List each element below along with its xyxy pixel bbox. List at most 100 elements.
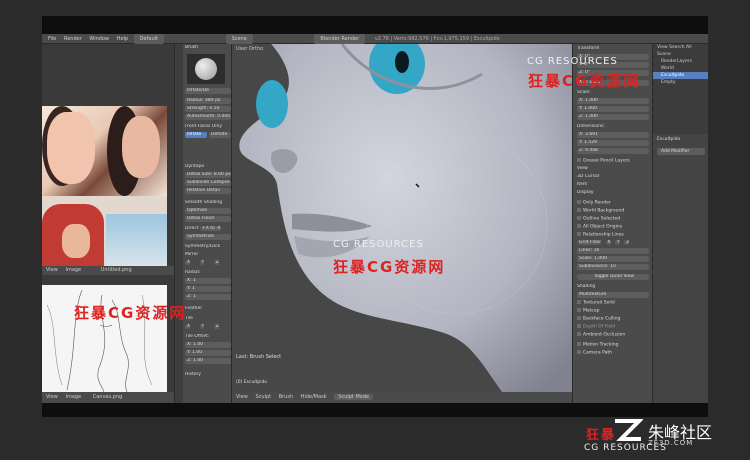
brush-menu[interactable]: Brush	[279, 394, 293, 400]
optimize-button[interactable]: Optimize	[185, 208, 231, 214]
grid-subdivisions-field[interactable]: Subdivisions: 10	[577, 264, 649, 270]
dyntopo-checkbox[interactable]: Dyntopo	[185, 164, 231, 170]
grid-axis-x[interactable]: X	[605, 240, 611, 245]
scene-select[interactable]: Scene	[225, 34, 253, 44]
all-object-origins-checkbox[interactable]: All Object Origins	[577, 224, 649, 230]
menu-help[interactable]: Help	[117, 34, 128, 44]
camera-path-checkbox[interactable]: Camera Path	[577, 350, 649, 356]
relative-detail-select[interactable]: Relative Detail	[185, 188, 231, 194]
brush-preview[interactable]	[187, 54, 225, 84]
menu-window[interactable]: Window	[89, 34, 109, 44]
mirror-x-toggle[interactable]: X	[185, 260, 191, 265]
smooth-shading-checkbox[interactable]: Smooth Shading	[185, 200, 231, 206]
image-view-menu-2[interactable]: View	[46, 394, 58, 400]
outliner-item-world[interactable]: World	[653, 65, 708, 72]
image-menu-2[interactable]: Image	[65, 394, 81, 400]
mirror-y-toggle[interactable]: Y	[199, 260, 205, 265]
3d-viewport[interactable]: User Ortho Last: Brush Select (0) Escult…	[232, 44, 572, 392]
image-menu[interactable]: Image	[65, 267, 81, 273]
strength-field[interactable]: Strength: 0.50	[185, 106, 231, 112]
grid-axis-z[interactable]: Z	[624, 240, 630, 245]
radius-value: 489 px	[205, 98, 221, 103]
symmetrize-button[interactable]: Symmetrize	[185, 234, 231, 240]
image-name-field-2[interactable]: Canvas.png	[93, 394, 122, 400]
tile-x-toggle[interactable]: X	[185, 324, 191, 329]
detail-size-field[interactable]: Detail Size: 8.00 px	[185, 172, 231, 178]
grease-pencil-header[interactable]: Grease Pencil Layers	[577, 158, 649, 164]
scale-x-field[interactable]: X: 1.000	[577, 98, 649, 104]
radial-y-field[interactable]: Y: 1	[185, 286, 231, 292]
outliner-view-menu[interactable]: View	[657, 45, 668, 50]
outliner-filter-select[interactable]: All	[686, 45, 692, 50]
tile-offset-y-field[interactable]: Y: 1.00	[185, 350, 231, 356]
grid-axis-y[interactable]: Y	[615, 240, 620, 245]
shading-mode-select[interactable]: Multitexture	[577, 292, 649, 298]
scale-y-field[interactable]: Y: 1.000	[577, 106, 649, 112]
hide-mask-menu[interactable]: Hide/Mask	[301, 394, 327, 400]
outliner-item-scene[interactable]: Scene	[653, 51, 708, 58]
dimensions-z-field[interactable]: Z: 9.448	[577, 148, 649, 154]
sculpt-menu[interactable]: Sculpt	[255, 394, 271, 400]
matcap-checkbox[interactable]: Matcap	[577, 308, 649, 314]
ambient-occlusion-checkbox[interactable]: Ambient Occlusion	[577, 332, 649, 338]
tile-y-toggle[interactable]: Y	[199, 324, 205, 329]
grid-lines-field[interactable]: Lines: 16	[577, 248, 649, 254]
feather-checkbox[interactable]: Feather	[185, 306, 231, 312]
scale-z-field[interactable]: Z: 1.000	[577, 114, 649, 120]
add-modifier-button[interactable]: Add Modifier	[657, 148, 705, 155]
view-menu[interactable]: View	[236, 394, 248, 400]
front-faces-checkbox[interactable]: Front Faces Only	[185, 124, 231, 130]
symmetry-section-header[interactable]: Symmetry/Lock	[185, 244, 231, 250]
layout-select[interactable]: Default	[133, 34, 164, 44]
brush-name-field[interactable]: Inflate/De	[185, 88, 231, 94]
radius-field[interactable]: Radius: 489 px	[185, 98, 231, 104]
grid-scale-field[interactable]: Scale: 1.000	[577, 256, 649, 262]
deflate-mode-button[interactable]: Deflate	[209, 132, 231, 138]
motion-tracking-checkbox[interactable]: Motion Tracking	[577, 342, 649, 348]
outliner-search-menu[interactable]: Search	[669, 45, 684, 50]
watermark-chinese: 狂暴CG资源网	[333, 258, 446, 276]
scene-stats: v2.78 | Verts:982,576 | Fcs:1,975,159 | …	[374, 36, 500, 42]
image-view-menu[interactable]: View	[46, 267, 58, 273]
subdivide-collapse-select[interactable]: Subdivide Collapse	[185, 180, 231, 186]
tile-offset-x-field[interactable]: X: 1.00	[185, 342, 231, 348]
mirror-z-toggle[interactable]: Z	[213, 260, 219, 265]
grid-floor-toggle[interactable]: Grid Floor	[577, 240, 602, 245]
toggle-quad-view-button[interactable]: Toggle Quad View	[577, 274, 649, 280]
only-render-checkbox[interactable]: Only Render	[577, 200, 649, 206]
autosmooth-field[interactable]: Autosmooth: 0.000	[185, 114, 231, 120]
tool-shelf-tabs[interactable]	[175, 44, 183, 403]
dimensions-y-field[interactable]: Y: 1.529	[577, 140, 649, 146]
inflate-mode-button[interactable]: Inflate	[185, 132, 207, 138]
menu-file[interactable]: File	[48, 34, 56, 44]
backface-culling-checkbox[interactable]: Backface Culling	[577, 316, 649, 322]
tile-z-toggle[interactable]: Z	[213, 324, 219, 329]
brush-section-header[interactable]: Brush	[185, 45, 231, 51]
display-header[interactable]: Display	[577, 190, 649, 196]
mode-select[interactable]: Sculpt Mode	[334, 394, 374, 400]
world-background-checkbox[interactable]: World Background	[577, 208, 649, 214]
3d-cursor-header[interactable]: 3D Cursor	[577, 174, 649, 180]
menu-render[interactable]: Render	[64, 34, 82, 44]
letterbox-top	[42, 16, 708, 34]
radial-x-field[interactable]: X: 1	[185, 278, 231, 284]
history-section-header[interactable]: History	[185, 372, 231, 378]
outliner-item-renderlayers[interactable]: RenderLayers	[653, 58, 708, 65]
image-name-field[interactable]: Untitled.png	[101, 267, 132, 273]
item-header[interactable]: Item	[577, 182, 649, 188]
tile-offset-z-field[interactable]: Z: 1.00	[185, 358, 231, 364]
detail-flood-button[interactable]: Detail Flood	[185, 216, 231, 222]
outline-selected-checkbox[interactable]: Outline Selected	[577, 216, 649, 222]
dimensions-x-field[interactable]: X: 3.691	[577, 132, 649, 138]
relationship-lines-checkbox[interactable]: Relationship Lines	[577, 232, 649, 238]
transform-header[interactable]: Transform	[577, 46, 649, 52]
radial-z-field[interactable]: Z: 1	[185, 294, 231, 300]
shading-header[interactable]: Shading	[577, 284, 649, 290]
textured-solid-checkbox[interactable]: Textured Solid	[577, 300, 649, 306]
render-engine-select[interactable]: Blender Render	[314, 34, 366, 44]
view-header[interactable]: View	[577, 166, 649, 172]
outliner-item-empty[interactable]: Empty	[653, 79, 708, 86]
direct-field[interactable]: Direct +X to -X	[185, 226, 231, 232]
depth-of-field-checkbox[interactable]: Depth Of Field	[577, 324, 649, 330]
outliner-item-escultpido[interactable]: Escultpido	[653, 72, 708, 79]
